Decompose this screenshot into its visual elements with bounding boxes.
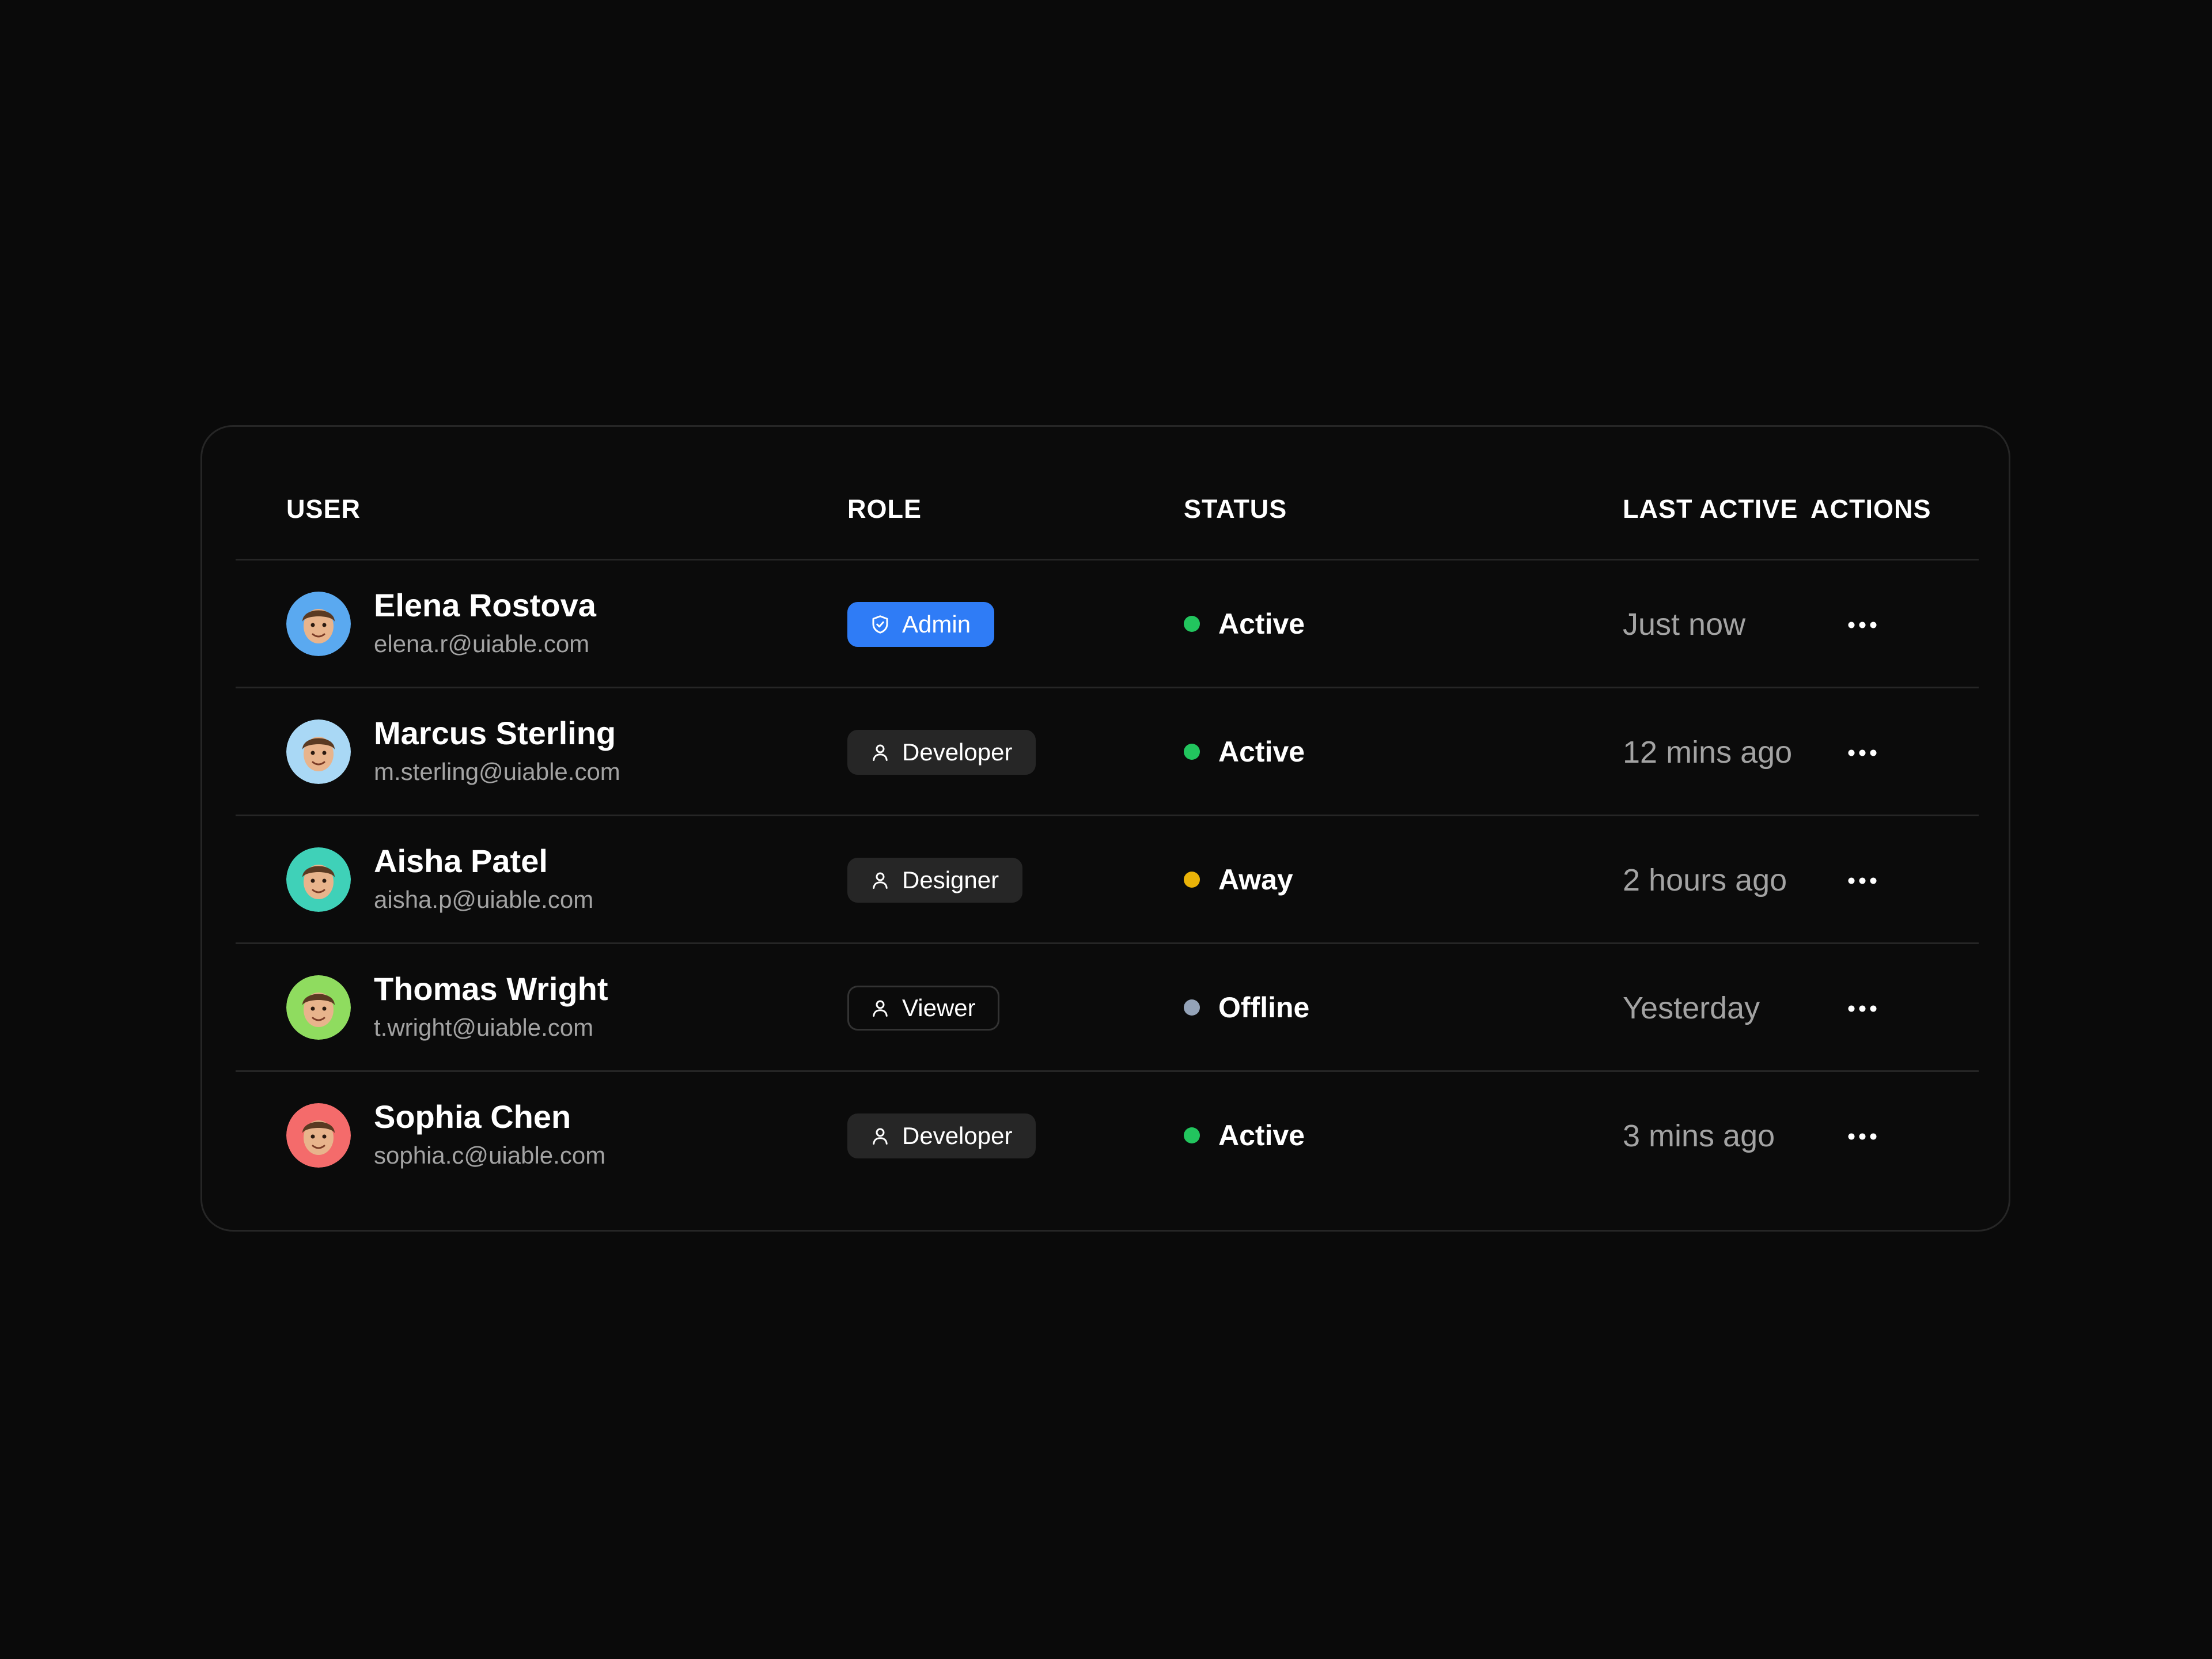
table-row[interactable]: Aisha Patel aisha.p@uiable.com Designer …	[236, 816, 1979, 944]
row-actions-button[interactable]	[1842, 1116, 1883, 1157]
role-badge: Designer	[847, 858, 1023, 903]
status-indicator: Active	[1184, 608, 1305, 640]
role-label: Developer	[902, 738, 1013, 766]
avatar	[286, 1103, 351, 1168]
more-horizontal-icon	[1848, 749, 1877, 756]
more-horizontal-icon	[1848, 1133, 1877, 1140]
user-email: sophia.c@uiable.com	[374, 1142, 606, 1169]
avatar	[286, 975, 351, 1040]
memoji-avatar-icon	[286, 1103, 351, 1168]
user-email: elena.r@uiable.com	[374, 630, 590, 657]
avatar	[286, 592, 351, 656]
role-badge: Admin	[847, 602, 995, 647]
column-header-role: ROLE	[847, 494, 922, 524]
status-label: Active	[1218, 1119, 1305, 1152]
column-header-user: USER	[286, 494, 361, 524]
more-horizontal-icon	[1848, 1005, 1877, 1012]
column-header-status: STATUS	[1184, 494, 1287, 524]
status-dot	[1184, 872, 1200, 888]
last-active-time: Yesterday	[1623, 991, 1760, 1025]
more-horizontal-icon	[1848, 877, 1877, 884]
user-icon	[870, 870, 891, 891]
user-name: Elena Rostova	[374, 587, 596, 623]
user-email: m.sterling@uiable.com	[374, 758, 620, 785]
memoji-avatar-icon	[286, 719, 351, 784]
user-icon	[870, 742, 891, 763]
user-email: aisha.p@uiable.com	[374, 886, 594, 913]
table-body: Elena Rostova elena.r@uiable.com Admin A…	[236, 560, 1979, 1200]
role-label: Designer	[902, 866, 999, 893]
users-table-card: USER ROLE STATUS LAST ACTIVE ACTIONS Ele…	[200, 425, 2010, 1232]
avatar	[286, 719, 351, 784]
table-row[interactable]: Elena Rostova elena.r@uiable.com Admin A…	[236, 560, 1979, 688]
status-label: Active	[1218, 608, 1305, 640]
row-actions-button[interactable]	[1842, 988, 1883, 1029]
memoji-avatar-icon	[286, 847, 351, 912]
role-label: Admin	[902, 611, 971, 638]
column-header-actions: ACTIONS	[1810, 494, 1931, 524]
row-actions-button[interactable]	[1842, 860, 1883, 902]
last-active-time: Just now	[1623, 607, 1746, 642]
status-dot	[1184, 999, 1200, 1016]
last-active-time: 12 mins ago	[1623, 735, 1793, 770]
status-label: Away	[1218, 863, 1293, 896]
status-indicator: Away	[1184, 863, 1293, 896]
users-table: USER ROLE STATUS LAST ACTIVE ACTIONS Ele…	[236, 427, 1979, 1200]
memoji-avatar-icon	[286, 975, 351, 1040]
status-indicator: Active	[1184, 1119, 1305, 1152]
table-row[interactable]: Sophia Chen sophia.c@uiable.com Develope…	[236, 1072, 1979, 1200]
user-icon	[870, 1126, 891, 1146]
shield-check-icon	[870, 614, 891, 635]
user-name: Aisha Patel	[374, 843, 548, 879]
status-dot	[1184, 616, 1200, 632]
role-badge: Viewer	[847, 986, 999, 1031]
last-active-time: 3 mins ago	[1623, 1119, 1775, 1153]
status-dot	[1184, 1127, 1200, 1143]
user-name: Sophia Chen	[374, 1099, 571, 1135]
row-actions-button[interactable]	[1842, 732, 1883, 774]
memoji-avatar-icon	[286, 592, 351, 656]
role-label: Viewer	[902, 994, 976, 1021]
role-badge: Developer	[847, 1113, 1036, 1158]
status-label: Offline	[1218, 991, 1310, 1024]
table-row[interactable]: Thomas Wright t.wright@uiable.com Viewer…	[236, 944, 1979, 1072]
user-icon	[870, 998, 891, 1018]
avatar	[286, 847, 351, 912]
status-label: Active	[1218, 736, 1305, 768]
role-badge: Developer	[847, 730, 1036, 775]
role-label: Developer	[902, 1122, 1013, 1149]
user-name: Marcus Sterling	[374, 715, 616, 751]
table-row[interactable]: Marcus Sterling m.sterling@uiable.com De…	[236, 688, 1979, 816]
user-name: Thomas Wright	[374, 971, 608, 1007]
user-email: t.wright@uiable.com	[374, 1014, 594, 1041]
table-header: USER ROLE STATUS LAST ACTIVE ACTIONS	[236, 427, 1979, 560]
row-actions-button[interactable]	[1842, 604, 1883, 646]
status-indicator: Active	[1184, 736, 1305, 768]
last-active-time: 2 hours ago	[1623, 863, 1787, 897]
column-header-last-active: LAST ACTIVE	[1623, 494, 1798, 524]
status-dot	[1184, 744, 1200, 760]
status-indicator: Offline	[1184, 991, 1309, 1024]
more-horizontal-icon	[1848, 622, 1877, 628]
